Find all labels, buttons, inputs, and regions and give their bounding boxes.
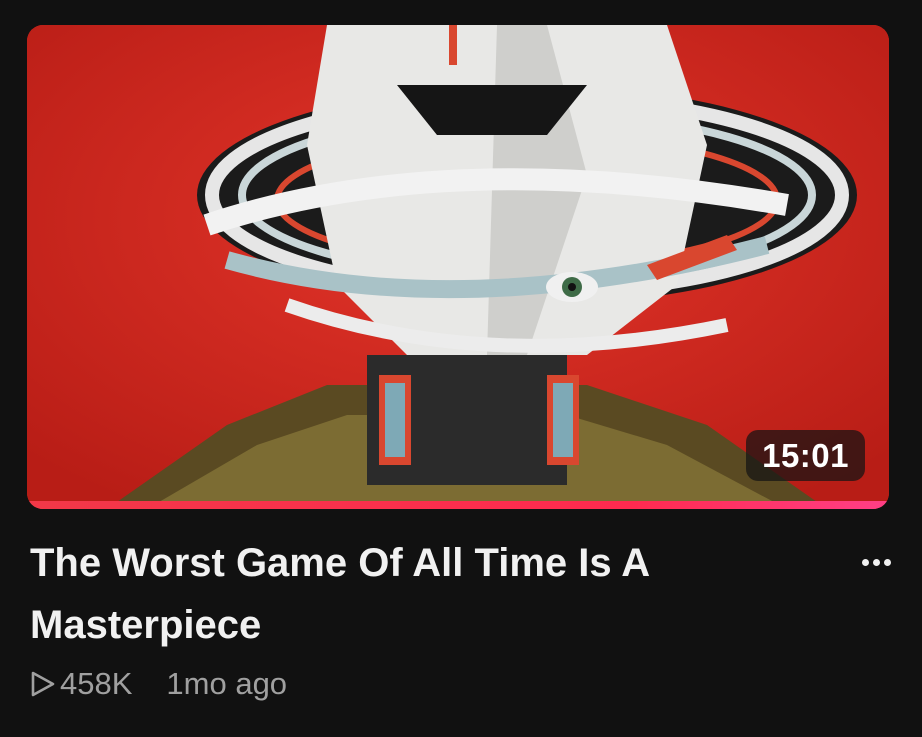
video-metadata: 458K 1mo ago (30, 664, 287, 704)
view-count: 458K (60, 666, 133, 701)
more-horizontal-icon (861, 558, 869, 566)
play-outline-icon (31, 671, 55, 697)
duration-badge: 15:01 (746, 430, 865, 481)
video-card[interactable]: 15:01 The Worst Game Of All Time Is A Ma… (0, 0, 922, 737)
upload-age: 1mo ago (166, 666, 288, 701)
more-horizontal-icon (872, 558, 880, 566)
watch-progress-fill (27, 501, 889, 509)
video-thumbnail[interactable]: 15:01 (27, 25, 889, 509)
video-title[interactable]: The Worst Game Of All Time Is A Masterpi… (30, 532, 810, 656)
watch-progress-bar (27, 501, 889, 509)
more-horizontal-icon (883, 558, 891, 566)
more-options-button[interactable] (846, 542, 906, 582)
